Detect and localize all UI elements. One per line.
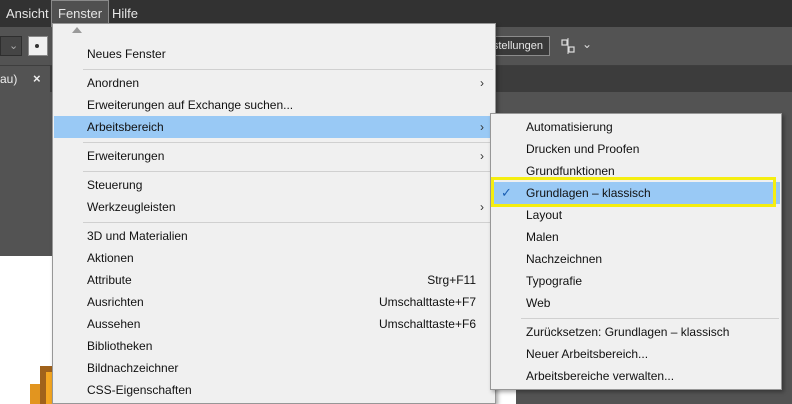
- menu-item-werkzeugleisten[interactable]: Werkzeugleisten ›: [54, 196, 494, 218]
- document-tab[interactable]: au) ×: [0, 66, 50, 92]
- submenu-item-label: Arbeitsbereiche verwalten...: [526, 369, 675, 383]
- submenu-item-label: Nachzeichnen: [526, 252, 603, 266]
- menu-item-bildnachzeichner[interactable]: Bildnachzeichner: [54, 357, 494, 379]
- submenu-item-malen[interactable]: Malen: [492, 226, 780, 248]
- menu-item-label: Bildnachzeichner: [87, 361, 179, 375]
- fenster-menu: Neues Fenster Anordnen › Erweiterungen a…: [52, 23, 496, 404]
- document-tab-title: au): [0, 72, 18, 86]
- menu-item-3d-materialien[interactable]: 3D und Materialien: [54, 225, 494, 247]
- menu-item-label: CSS-Eigenschaften: [87, 383, 192, 397]
- submenu-item-label: Typografie: [526, 274, 583, 288]
- menu-item-bibliotheken[interactable]: Bibliotheken: [54, 335, 494, 357]
- shortcut-label: Strg+F11: [427, 273, 476, 287]
- menu-item-anordnen[interactable]: Anordnen ›: [54, 72, 494, 94]
- menu-item-label: Bibliotheken: [87, 339, 153, 353]
- menu-separator: [83, 222, 493, 223]
- submenu-separator: [521, 318, 779, 319]
- menu-item-label: Neues Fenster: [87, 47, 166, 61]
- menu-item-erweiterungen[interactable]: Erweiterungen ›: [54, 145, 494, 167]
- submenu-arrow-icon: ›: [480, 120, 484, 134]
- submenu-item-label: Layout: [526, 208, 563, 222]
- menu-item-label: Steuerung: [87, 178, 143, 192]
- chevron-down-icon: ⌄: [9, 40, 19, 52]
- submenu-arrow-icon: ›: [480, 76, 484, 90]
- submenu-item-typografie[interactable]: Typografie: [492, 270, 780, 292]
- menu-item-aussehen[interactable]: Aussehen Umschalttaste+F6: [54, 313, 494, 335]
- submenu-item-label: Automatisierung: [526, 120, 613, 134]
- shortcut-label: Umschalttaste+F7: [378, 295, 476, 309]
- menu-separator: [83, 171, 493, 172]
- submenu-item-label: Grundfunktionen: [526, 164, 615, 178]
- submenu-item-drucken-proofen[interactable]: Drucken und Proofen: [492, 138, 780, 160]
- submenu-item-grundlagen-klassisch[interactable]: ✓ Grundlagen – klassisch: [492, 182, 780, 204]
- menu-item-label: Arbeitsbereich: [87, 120, 164, 134]
- arbeitsbereich-submenu: Automatisierung Drucken und Proofen Grun…: [490, 113, 782, 390]
- submenu-item-reset[interactable]: Zurücksetzen: Grundlagen – klassisch: [492, 321, 780, 343]
- menu-item-label: Werkzeugleisten: [87, 200, 176, 214]
- menu-item-label: Aktionen: [87, 251, 134, 265]
- submenu-item-label: Web: [526, 296, 551, 310]
- submenu-arrow-icon: ›: [480, 200, 484, 214]
- menu-item-steuerung[interactable]: Steuerung: [54, 174, 494, 196]
- menu-separator: [83, 142, 493, 143]
- submenu-arrow-icon: ›: [480, 149, 484, 163]
- submenu-item-label: Zurücksetzen: Grundlagen – klassisch: [526, 325, 730, 339]
- menu-item-neues-fenster[interactable]: Neues Fenster: [54, 43, 494, 65]
- chevron-down-icon[interactable]: ⌄: [582, 37, 592, 51]
- menu-ansicht[interactable]: Ansicht: [0, 0, 55, 27]
- shortcut-label: Umschalttaste+F6: [378, 317, 476, 331]
- menu-item-label: Anordnen: [87, 76, 140, 90]
- artwork-figure: [30, 366, 52, 404]
- menu-item-attribute[interactable]: Attribute Strg+F11: [54, 269, 494, 291]
- submenu-item-nachzeichnen[interactable]: Nachzeichnen: [492, 248, 780, 270]
- menu-item-erweiterungen-exchange[interactable]: Erweiterungen auf Exchange suchen...: [54, 94, 494, 116]
- menu-item-label: Erweiterungen auf Exchange suchen...: [87, 98, 294, 112]
- menu-item-label: Erweiterungen: [87, 149, 165, 163]
- submenu-item-label: Neuer Arbeitsbereich...: [526, 347, 649, 361]
- menu-item-label: 3D und Materialien: [87, 229, 188, 243]
- submenu-item-manage-workspaces[interactable]: Arbeitsbereiche verwalten...: [492, 365, 780, 387]
- menu-item-arbeitsbereich[interactable]: Arbeitsbereich ›: [54, 116, 494, 138]
- dot-icon: [35, 44, 39, 48]
- stroke-dropdown[interactable]: ⌄: [0, 36, 22, 56]
- submenu-item-label: Drucken und Proofen: [526, 142, 640, 156]
- scroll-up-icon[interactable]: [72, 27, 82, 33]
- align-icon[interactable]: [560, 38, 576, 54]
- menu-item-label: Ausrichten: [87, 295, 144, 309]
- submenu-item-layout[interactable]: Layout: [492, 204, 780, 226]
- checkmark-icon: ✓: [501, 185, 512, 200]
- point-size-swatch[interactable]: [28, 36, 48, 56]
- menu-item-css-eigenschaften[interactable]: CSS-Eigenschaften: [54, 379, 494, 401]
- submenu-item-grundfunktionen[interactable]: Grundfunktionen: [492, 160, 780, 182]
- submenu-item-label: Malen: [526, 230, 559, 244]
- close-icon[interactable]: ×: [33, 66, 41, 92]
- submenu-item-new-workspace[interactable]: Neuer Arbeitsbereich...: [492, 343, 780, 365]
- menu-item-ausrichten[interactable]: Ausrichten Umschalttaste+F7: [54, 291, 494, 313]
- menu-item-label: Attribute: [87, 273, 132, 287]
- menu-item-label: Aussehen: [87, 317, 141, 331]
- submenu-item-web[interactable]: Web: [492, 292, 780, 314]
- menu-item-aktionen[interactable]: Aktionen: [54, 247, 494, 269]
- menu-separator: [83, 69, 493, 70]
- submenu-item-automatisierung[interactable]: Automatisierung: [492, 116, 780, 138]
- submenu-item-label: Grundlagen – klassisch: [526, 186, 651, 200]
